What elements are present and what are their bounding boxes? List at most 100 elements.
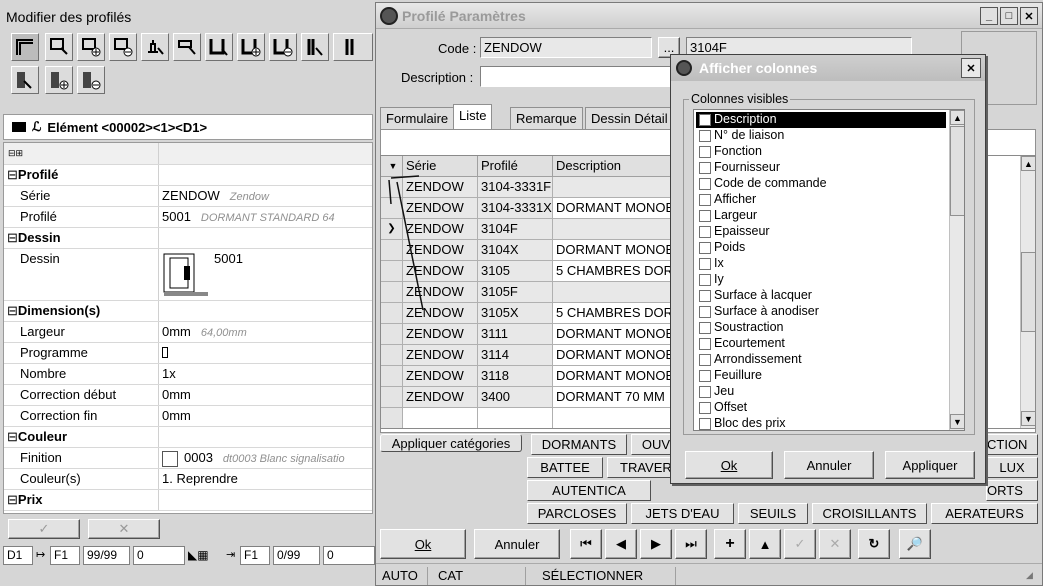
column-option[interactable]: Feuillure: [696, 368, 946, 384]
dialog-apply-button[interactable]: Appliquer: [885, 451, 975, 479]
next-record-icon[interactable]: ▶: [640, 529, 672, 559]
grid-property-row[interactable]: Série ZENDOW Zendow: [4, 186, 372, 207]
cell-description[interactable]: DORMANT MONOB: [553, 240, 677, 261]
cell-description[interactable]: [553, 177, 677, 198]
cat-jets-deau[interactable]: JETS D'EAU: [631, 503, 734, 524]
checkbox-icon[interactable]: [699, 274, 711, 286]
cell-description[interactable]: [553, 282, 677, 303]
cell-profile[interactable]: 3400: [478, 387, 553, 408]
rail-add-icon[interactable]: [237, 33, 265, 61]
minimize-icon[interactable]: _: [980, 7, 998, 25]
cat-croisillants[interactable]: CROISILLANTS: [812, 503, 927, 524]
scroll-thumb[interactable]: [1021, 252, 1035, 332]
grid-property-row[interactable]: Correction début 0mm: [4, 385, 372, 406]
cell-profile[interactable]: 3114: [478, 345, 553, 366]
property-value[interactable]: 5001: [160, 249, 372, 300]
goto-next-icon[interactable]: ⇥: [226, 548, 235, 561]
grid-section-row[interactable]: ⊟Couleur: [4, 427, 372, 448]
collapse-icon[interactable]: ⊟: [7, 429, 18, 444]
apply-categories-button[interactable]: Appliquer catégories: [380, 434, 522, 452]
checkbox-icon[interactable]: [162, 347, 168, 358]
cell-profile[interactable]: 3105: [478, 261, 553, 282]
column-option[interactable]: Bloc des prix: [696, 416, 946, 430]
checkbox-icon[interactable]: [699, 178, 711, 190]
cell-profile[interactable]: 3111: [478, 324, 553, 345]
property-value[interactable]: 0mm: [160, 385, 372, 405]
cell-description[interactable]: 5 CHAMBRES DOR: [553, 303, 677, 324]
column-option[interactable]: Iy: [696, 272, 946, 288]
column-option[interactable]: Fonction: [696, 144, 946, 160]
collapse-icon[interactable]: ⊟: [7, 303, 18, 318]
cat-traverses[interactable]: TRAVER: [607, 457, 671, 478]
cell-profile[interactable]: 3104-3331X: [478, 198, 553, 219]
column-option[interactable]: Surface à lacquer: [696, 288, 946, 304]
code-field[interactable]: ZENDOW: [480, 37, 652, 58]
column-option[interactable]: Epaisseur: [696, 224, 946, 240]
close-icon[interactable]: ✕: [1020, 7, 1038, 25]
ok-button[interactable]: Ok: [380, 529, 466, 559]
cat-parcloses[interactable]: PARCLOSES: [527, 503, 627, 524]
property-value[interactable]: [160, 165, 372, 185]
checkbox-icon[interactable]: [699, 322, 711, 334]
resize-grip-icon[interactable]: ◢: [1026, 570, 1033, 581]
cell-description[interactable]: DORMANT MONOB: [553, 198, 677, 219]
col-description[interactable]: Description: [553, 156, 677, 177]
property-value[interactable]: 1. Reprendre: [160, 469, 372, 489]
collapse-expand-icons[interactable]: ⊟⊞: [4, 143, 159, 164]
cell-profile[interactable]: 3105X: [478, 303, 553, 324]
scroll-down-icon[interactable]: ▼: [1021, 411, 1035, 426]
grid-property-row[interactable]: Largeur 0mm 64,00mm: [4, 322, 372, 343]
dialog-close-icon[interactable]: ✕: [961, 58, 981, 78]
cat-supports[interactable]: ORTS: [986, 480, 1038, 501]
column-option[interactable]: Ix: [696, 256, 946, 272]
cell-description[interactable]: [553, 408, 677, 428]
table-scrollbar[interactable]: ▲ ▼: [1020, 156, 1035, 428]
grid-property-row[interactable]: Dessin 5001: [4, 249, 372, 301]
tab-dessin-detail[interactable]: Dessin Détail: [585, 107, 675, 129]
grid-section-row[interactable]: ⊟Profilé: [4, 165, 372, 186]
profile-select-tool-icon[interactable]: [11, 33, 39, 61]
row-selector[interactable]: [381, 345, 403, 366]
cell-serie[interactable]: ZENDOW: [403, 387, 478, 408]
glass-add-icon[interactable]: [45, 66, 73, 94]
refresh-icon[interactable]: ↻: [858, 529, 890, 559]
property-value[interactable]: [160, 427, 372, 447]
checkbox-icon[interactable]: [699, 242, 711, 254]
column-option[interactable]: Surface à anodiser: [696, 304, 946, 320]
column-option[interactable]: Fournisseur: [696, 160, 946, 176]
checkbox-icon[interactable]: [699, 210, 711, 222]
grid-property-row[interactable]: Nombre 1x: [4, 364, 372, 385]
grid-property-row[interactable]: Finition 0003 dt0003 Blanc signalisatio: [4, 448, 372, 469]
collapse-icon[interactable]: ⊟: [7, 167, 18, 182]
list-scrollbar[interactable]: ▲ ▼: [949, 110, 964, 430]
cell-profile[interactable]: 3104F: [478, 219, 553, 240]
mullion-select-icon[interactable]: [173, 33, 201, 61]
property-value[interactable]: 0mm 64,00mm: [160, 322, 372, 342]
checkbox-icon[interactable]: [699, 338, 711, 350]
property-value[interactable]: [160, 490, 372, 510]
dialog-ok-button[interactable]: Ok: [685, 451, 773, 479]
cell-profile[interactable]: 3104-3331F: [478, 177, 553, 198]
grid-section-row[interactable]: ⊟Dimension(s): [4, 301, 372, 322]
grid-property-row[interactable]: Correction fin 0mm: [4, 406, 372, 427]
cat-aerateurs[interactable]: AERATEURS: [931, 503, 1038, 524]
cell-serie[interactable]: ZENDOW: [403, 324, 478, 345]
goto-first-icon[interactable]: ↦: [36, 548, 45, 561]
column-option[interactable]: N° de liaison: [696, 128, 946, 144]
frame-remove-icon[interactable]: [109, 33, 137, 61]
glass-remove-icon[interactable]: [77, 66, 105, 94]
last-record-icon[interactable]: ⏭: [675, 529, 707, 559]
checkbox-icon[interactable]: [699, 306, 711, 318]
confirm-icon[interactable]: ✓: [784, 529, 816, 559]
checkbox-icon[interactable]: [699, 354, 711, 366]
checkbox-icon[interactable]: [699, 146, 711, 158]
column-option[interactable]: Code de commande: [696, 176, 946, 192]
cell-profile[interactable]: [478, 408, 553, 428]
collapse-icon[interactable]: ⊟: [7, 230, 18, 245]
column-option[interactable]: ✓ Description: [696, 112, 946, 128]
cat-dormants[interactable]: DORMANTS: [531, 434, 627, 455]
grid-property-row[interactable]: Couleur(s) 1. Reprendre: [4, 469, 372, 490]
cell-description[interactable]: DORMANT MONOB: [553, 345, 677, 366]
cell-serie[interactable]: [403, 408, 478, 428]
list-scroll-thumb[interactable]: [950, 126, 964, 216]
